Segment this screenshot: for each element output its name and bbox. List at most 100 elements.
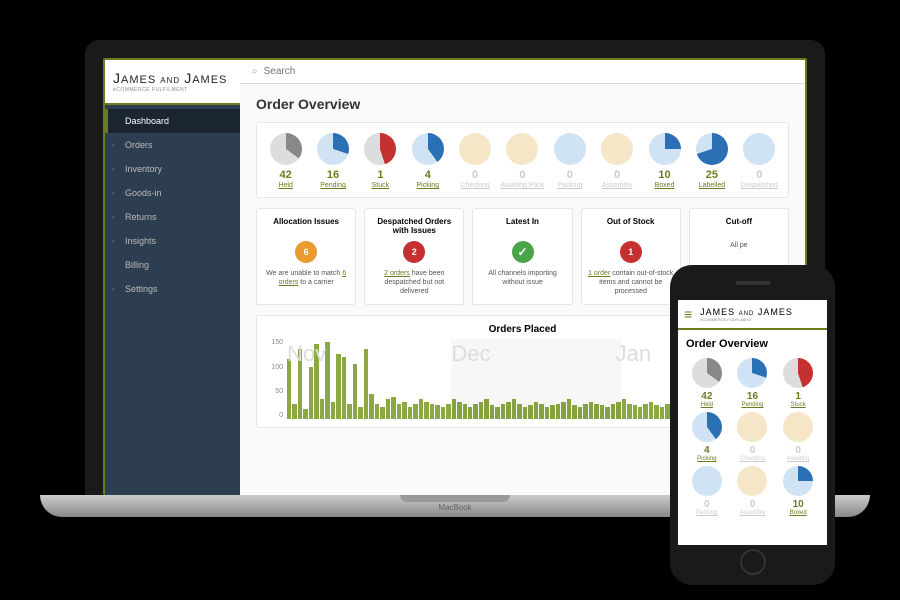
pie-icon <box>692 466 722 496</box>
pie-icon <box>783 466 813 496</box>
mobile-stat-assembly[interactable]: 0Assembly <box>732 466 774 516</box>
nav-label: Inventory <box>125 164 162 174</box>
card-title: Allocation Issues <box>263 217 349 235</box>
nav-label: Dashboard <box>125 116 169 126</box>
stat-pending[interactable]: 16Pending <box>310 133 355 189</box>
card-title: Cut-off <box>696 217 782 235</box>
nav-list: Dashboard ›Orders › Inventory ›Goods-in›Retu… <box>105 105 240 301</box>
mobile-stat-pending[interactable]: 16Pending <box>732 358 774 408</box>
stat-packing[interactable]: 0Packing <box>547 133 592 189</box>
stat-label: Boxed <box>642 182 687 189</box>
nav-item-insights[interactable]: ›Insights <box>105 229 240 253</box>
stat-held[interactable]: 42Held <box>263 133 308 189</box>
stat-value: 10 <box>777 499 819 510</box>
stat-value: 0 <box>777 445 819 456</box>
card-link[interactable]: 2 orders <box>384 270 410 277</box>
stat-label: Assembly <box>732 510 774 516</box>
stat-labelled[interactable]: 25Labelled <box>689 133 734 189</box>
card-title: Despatched Orders with Issues <box>371 217 457 235</box>
card-latest-in: Latest InAll channels importing without … <box>472 208 572 305</box>
stat-stuck[interactable]: 1Stuck <box>358 133 403 189</box>
stat-value: 0 <box>737 169 782 181</box>
pie-icon <box>737 466 767 496</box>
stat-value: 42 <box>686 391 728 402</box>
nav-label: Returns <box>125 212 157 222</box>
stat-label: Awaiting Pack <box>500 182 545 189</box>
nav-item-returns[interactable]: ›Returns <box>105 205 240 229</box>
stat-assembly[interactable]: 0Assembly <box>595 133 640 189</box>
mobile-stat-checking[interactable]: 0Checking <box>732 412 774 462</box>
page-title: Order Overview <box>256 96 789 112</box>
stat-value: 4 <box>405 169 450 181</box>
nav-item-orders[interactable]: ›Orders <box>105 133 240 157</box>
menu-icon[interactable]: ≡ <box>684 306 692 322</box>
pie-icon <box>506 133 538 165</box>
laptop-label: MacBook <box>438 503 471 512</box>
overview-card: 42Held16Pending1Stuck4Picking0Checking0A… <box>256 122 789 198</box>
stat-value: 1 <box>358 169 403 181</box>
stat-despatched[interactable]: 0Despatched <box>737 133 782 189</box>
month-label: Nov <box>287 339 457 419</box>
stat-label: Boxed <box>777 510 819 516</box>
card-link[interactable]: 6 orders <box>278 270 346 286</box>
stat-value: 0 <box>452 169 497 181</box>
check-icon <box>512 241 534 263</box>
yaxis-tick: 0 <box>265 412 283 419</box>
search-input[interactable] <box>264 66 793 77</box>
mobile-brand-tagline: eCOMMERCE FULFILMENT <box>700 317 793 322</box>
nav-item-dashboard[interactable]: Dashboard <box>105 109 240 133</box>
phone-frame: ≡ JAMES AND JAMES eCOMMERCE FULFILMENT O… <box>670 265 835 585</box>
nav-item-billing[interactable]: Billing <box>105 253 240 277</box>
stat-label: Packing <box>547 182 592 189</box>
phone-screen: ≡ JAMES AND JAMES eCOMMERCE FULFILMENT O… <box>678 300 827 545</box>
chart-yaxis: 150100500 <box>265 339 285 419</box>
stat-label: Stuck <box>777 402 819 408</box>
sidebar: JAMES AND JAMES eCOMMERCE FULFILMENT Das… <box>105 60 240 495</box>
stat-label: Held <box>686 402 728 408</box>
mobile-logo: JAMES AND JAMES eCOMMERCE FULFILMENT <box>700 307 793 322</box>
mobile-stat-awaiting[interactable]: 0Awaiting <box>777 412 819 462</box>
nav-label: Orders <box>125 140 153 150</box>
stat-value: 0 <box>686 499 728 510</box>
mobile-stat-stuck[interactable]: 1Stuck <box>777 358 819 408</box>
mobile-header: ≡ JAMES AND JAMES eCOMMERCE FULFILMENT <box>678 300 827 330</box>
stat-value: 0 <box>500 169 545 181</box>
card-link[interactable]: 1 order <box>588 270 610 277</box>
card-title: Out of Stock <box>588 217 674 235</box>
mobile-stat-boxed[interactable]: 10Boxed <box>777 466 819 516</box>
home-button[interactable] <box>740 549 766 575</box>
stat-value: 4 <box>686 445 728 456</box>
mobile-stat-packing[interactable]: 0Packing <box>686 466 728 516</box>
pie-icon <box>783 358 813 388</box>
chevron-right-icon: › <box>112 166 114 173</box>
card-despatched-orders-with-issues: Despatched Orders with Issues22 orders h… <box>364 208 464 305</box>
brand-tagline: eCOMMERCE FULFILMENT <box>113 87 232 93</box>
pie-icon <box>554 133 586 165</box>
card-title: Latest In <box>479 217 565 235</box>
pie-icon <box>364 133 396 165</box>
laptop-notch <box>400 495 510 502</box>
stat-value: 25 <box>689 169 734 181</box>
stat-value: 1 <box>777 391 819 402</box>
phone-speaker <box>735 281 770 285</box>
stat-boxed[interactable]: 10Boxed <box>642 133 687 189</box>
stat-label: Held <box>263 182 308 189</box>
mobile-brand-name: JAMES AND JAMES <box>700 307 793 317</box>
stat-label: Pending <box>310 182 355 189</box>
nav-item-goods-in[interactable]: ›Goods-in <box>105 181 240 205</box>
nav-item-settings[interactable]: ›Settings <box>105 277 240 301</box>
pie-icon <box>317 133 349 165</box>
nav-label: Insights <box>125 236 156 246</box>
nav-item-inventory[interactable]: › Inventory <box>105 157 240 181</box>
mobile-stat-picking[interactable]: 4Picking <box>686 412 728 462</box>
stat-label: Picking <box>686 456 728 462</box>
pie-icon <box>743 133 775 165</box>
pie-icon <box>412 133 444 165</box>
mobile-title: Order Overview <box>686 338 819 350</box>
stat-picking[interactable]: 4Picking <box>405 133 450 189</box>
stat-checking[interactable]: 0Checking <box>452 133 497 189</box>
mobile-stat-held[interactable]: 42Held <box>686 358 728 408</box>
brand-logo[interactable]: JAMES AND JAMES eCOMMERCE FULFILMENT <box>105 60 240 105</box>
stat-awaiting-pack[interactable]: 0Awaiting Pack <box>500 133 545 189</box>
card-text: 1 order contain out-of-stock items and c… <box>588 269 674 296</box>
